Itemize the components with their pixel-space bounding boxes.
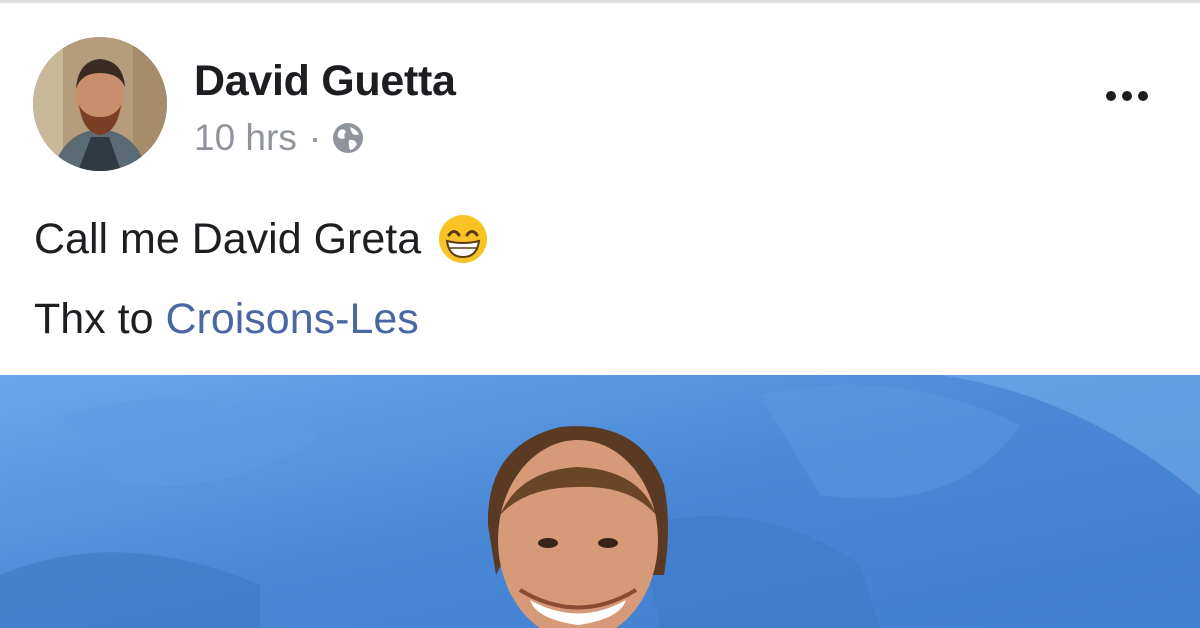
post-timestamp[interactable]: 10 hrs [194, 117, 297, 159]
globe-icon [333, 123, 364, 153]
thanks-line: Thx to Croisons-Les [34, 295, 419, 344]
ellipsis-icon [1106, 91, 1116, 101]
post-text: Call me David Greta [34, 213, 489, 265]
avatar[interactable] [33, 37, 167, 171]
more-options-button[interactable] [1094, 81, 1160, 111]
post-meta: 10 hrs · [194, 117, 365, 159]
author-name[interactable]: David Guetta [194, 57, 456, 106]
grinning-face-icon [439, 215, 488, 263]
post-photo[interactable] [0, 375, 1200, 628]
post-text-line: Call me David Greta [34, 214, 422, 263]
ellipsis-dot [1122, 91, 1132, 101]
meta-separator: · [308, 117, 322, 158]
page-link[interactable]: Croisons-Les [165, 295, 418, 343]
post-card: David Guetta 10 hrs · Call me David Gret… [0, 3, 1200, 375]
ellipsis-dot [1138, 91, 1148, 101]
thanks-prefix: Thx to [34, 295, 154, 343]
